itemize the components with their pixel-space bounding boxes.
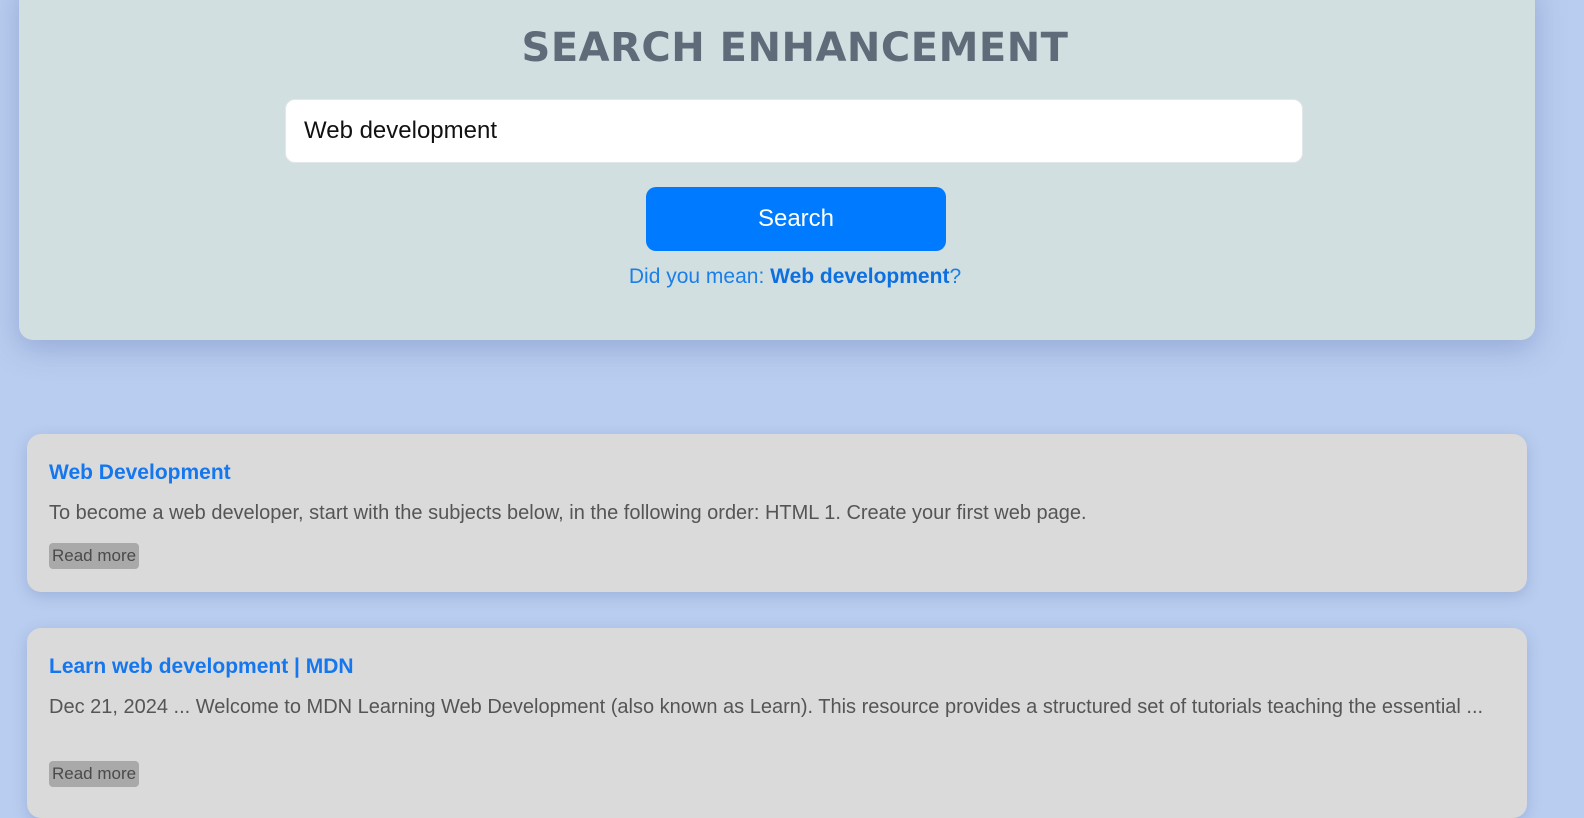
result-card: Learn web development | MDN Dec 21, 2024… <box>27 628 1527 818</box>
result-snippet: To become a web developer, start with th… <box>49 502 1087 524</box>
result-card: Web Development To become a web develope… <box>27 434 1527 592</box>
read-more-button[interactable]: Read more <box>49 543 140 569</box>
page-title: SEARCH ENHANCEMENT <box>521 25 1069 71</box>
read-more-button[interactable]: Read more <box>49 761 140 787</box>
spelling-suggestion: Did you mean: Web development? <box>19 265 1571 289</box>
result-title-link[interactable]: Learn web development | MDN <box>49 655 354 679</box>
search-button[interactable]: Search <box>646 187 946 251</box>
result-title-link[interactable]: Web Development <box>49 461 231 485</box>
search-input[interactable] <box>285 99 1303 163</box>
suggestion-prefix: Did you mean: <box>628 265 771 288</box>
suggestion-suffix: ? <box>949 265 962 288</box>
result-snippet: Dec 21, 2024 ... Welcome to MDN Learning… <box>49 696 1484 718</box>
suggestion-link[interactable]: Web development <box>770 265 949 288</box>
search-header-panel: SEARCH ENHANCEMENT Search Did you mean: … <box>19 0 1535 340</box>
